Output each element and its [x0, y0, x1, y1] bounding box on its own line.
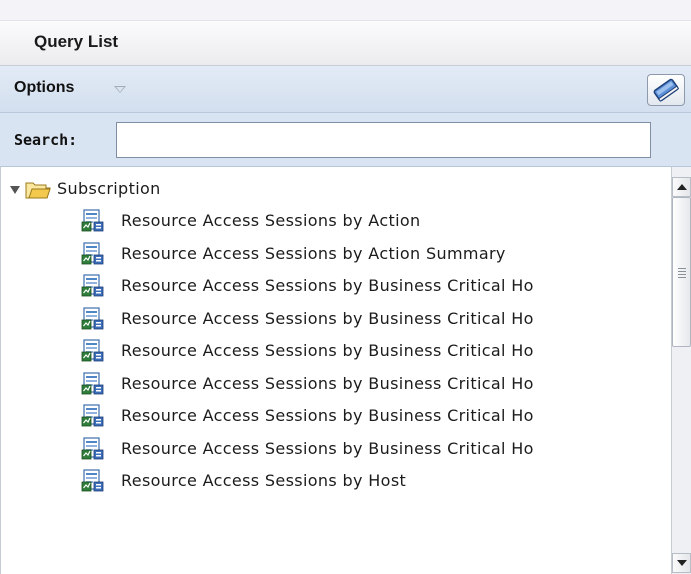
tree-item[interactable]: Resource Access Sessions by Action Summa… — [1, 238, 671, 268]
tree-folder-subscription[interactable]: Subscription — [1, 173, 671, 203]
tree-item[interactable]: Resource Access Sessions by Host — [1, 465, 671, 495]
tree-item[interactable]: Resource Access Sessions by Business Cri… — [1, 400, 671, 430]
options-toolbar: Options — [0, 66, 691, 113]
top-strip — [0, 0, 691, 20]
expand-arrow-icon[interactable] — [10, 186, 20, 194]
report-icon — [81, 306, 104, 329]
report-icon — [81, 371, 104, 394]
options-menu-label[interactable]: Options — [14, 79, 74, 97]
panel-title: Query List — [34, 32, 119, 51]
book-icon — [653, 78, 680, 102]
tree-item[interactable]: Resource Access Sessions by Business Cri… — [1, 433, 671, 463]
vertical-scrollbar[interactable] — [671, 167, 691, 574]
tree-item-label: Resource Access Sessions by Business Cri… — [121, 373, 534, 393]
query-list-panel: Query List Options Search: Subscription … — [0, 0, 691, 574]
search-input[interactable] — [116, 122, 651, 158]
report-icon — [81, 274, 104, 297]
tree-item[interactable]: Resource Access Sessions by Business Cri… — [1, 303, 671, 333]
scroll-thumb[interactable] — [672, 197, 691, 347]
tree-item[interactable]: Resource Access Sessions by Business Cri… — [1, 270, 671, 300]
tree-item[interactable]: Resource Access Sessions by Business Cri… — [1, 368, 671, 398]
tree-item[interactable]: Resource Access Sessions by Action — [1, 205, 671, 235]
query-tree: Subscription Resource Access Sessions by… — [0, 167, 671, 574]
scroll-up-button[interactable] — [672, 177, 691, 197]
folder-open-icon — [25, 182, 51, 199]
folder-label: Subscription — [57, 179, 161, 198]
report-icon — [81, 339, 104, 362]
panel-header: Query List — [0, 20, 691, 66]
tree-item-label: Resource Access Sessions by Business Cri… — [121, 276, 534, 295]
tree-item[interactable]: Resource Access Sessions by Business Cri… — [1, 335, 671, 365]
tree-item-label: Resource Access Sessions by Business Cri… — [121, 308, 534, 328]
report-icon — [81, 404, 104, 427]
tree-item-label: Resource Access Sessions by Action — [121, 211, 421, 230]
tree-item-label: Resource Access Sessions by Business Cri… — [121, 341, 534, 360]
search-bar: Search: — [0, 113, 691, 167]
tree-item-label: Resource Access Sessions by Business Cri… — [121, 406, 534, 425]
report-icon — [81, 241, 104, 264]
report-icon — [81, 436, 104, 459]
tree-item-label: Resource Access Sessions by Host — [121, 471, 407, 490]
tree-item-label: Resource Access Sessions by Business Cri… — [121, 438, 534, 458]
scroll-down-button[interactable] — [672, 553, 691, 573]
search-label: Search: — [14, 131, 78, 149]
book-button[interactable] — [647, 74, 685, 106]
report-icon — [81, 209, 104, 232]
tree-item-label: Resource Access Sessions by Action Summa… — [121, 243, 506, 263]
grip-icon — [678, 268, 686, 278]
chevron-down-icon[interactable] — [114, 86, 126, 93]
report-icon — [81, 469, 104, 492]
